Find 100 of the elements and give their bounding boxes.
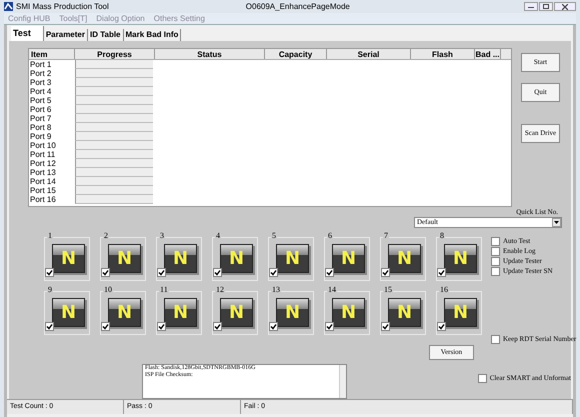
window-subtitle: O0609A_EnhancePageMode xyxy=(246,0,350,12)
port-checkbox[interactable] xyxy=(213,322,222,331)
drive-status-tile[interactable]: N xyxy=(220,298,253,327)
port-checkbox[interactable] xyxy=(325,322,334,331)
column-header[interactable]: Capacity xyxy=(265,49,327,59)
port-number: 12 xyxy=(215,285,225,294)
drive-status-tile[interactable]: N xyxy=(164,298,197,327)
port-frame xyxy=(324,291,370,335)
port-checkbox[interactable] xyxy=(381,322,390,331)
scrollbar[interactable] xyxy=(338,365,346,398)
port-frame xyxy=(268,237,314,281)
port-frame xyxy=(268,291,314,335)
clear-smart-checkbox[interactable] xyxy=(478,374,487,383)
table-cell-text: Port 2 xyxy=(29,69,52,78)
table-cell-text: Port 14 xyxy=(29,177,57,186)
port-number: 13 xyxy=(271,285,281,294)
port-number: 10 xyxy=(103,285,113,294)
maximize-icon[interactable] xyxy=(539,2,553,11)
drive-status-tile[interactable]: N xyxy=(52,298,85,327)
port-checkbox[interactable] xyxy=(437,322,446,331)
port-checkbox[interactable] xyxy=(45,268,54,277)
table-cell-text: Port 10 xyxy=(29,141,57,150)
port-number: 14 xyxy=(327,285,337,294)
column-header[interactable]: Item xyxy=(29,49,75,59)
drive-status-tile[interactable]: N xyxy=(388,298,421,327)
port-checkbox[interactable] xyxy=(269,322,278,331)
table-cell-text: Port 15 xyxy=(29,186,57,195)
column-header[interactable]: Serial xyxy=(327,49,411,59)
port-frame xyxy=(212,291,258,335)
drive-status-tile[interactable]: N xyxy=(220,244,253,273)
option-checkbox[interactable] xyxy=(491,257,500,266)
drive-status-tile[interactable]: N xyxy=(108,244,141,273)
keep-rdt-checkbox[interactable] xyxy=(491,335,500,344)
port-number: 3 xyxy=(159,231,165,240)
port-frame xyxy=(436,291,482,335)
port-number: 1 xyxy=(47,231,53,240)
table-cell-text: Port 12 xyxy=(29,159,57,168)
drive-status-tile[interactable]: N xyxy=(52,244,85,273)
port-number: 5 xyxy=(271,231,277,240)
option-checkbox[interactable] xyxy=(491,247,500,256)
table-cell-text: Port 6 xyxy=(29,105,52,114)
table-cell-text: Port 11 xyxy=(29,150,56,159)
port-number: 11 xyxy=(159,285,169,294)
table-cell-text: Port 8 xyxy=(29,123,52,132)
window-title: SMI Mass Production Tool xyxy=(16,0,109,12)
option-checkbox[interactable] xyxy=(491,237,500,246)
drive-status-tile[interactable]: N xyxy=(276,298,309,327)
port-checkbox[interactable] xyxy=(101,268,110,277)
port-frame xyxy=(212,237,258,281)
dropdown-arrow-icon[interactable] xyxy=(552,218,561,227)
port-checkbox[interactable] xyxy=(269,268,278,277)
drive-status-tile[interactable]: N xyxy=(332,244,365,273)
close-icon[interactable] xyxy=(554,2,576,11)
table-cell-text: Port 13 xyxy=(29,168,57,177)
port-frame xyxy=(324,237,370,281)
port-checkbox[interactable] xyxy=(157,268,166,277)
port-frame xyxy=(100,237,146,281)
column-header[interactable]: Bad ... xyxy=(475,49,501,59)
port-checkbox[interactable] xyxy=(101,322,110,331)
drive-status-tile[interactable]: N xyxy=(164,244,197,273)
drive-status-tile[interactable]: N xyxy=(444,298,477,327)
table-cell-text: Port 5 xyxy=(29,96,52,105)
port-frame xyxy=(380,237,426,281)
drive-status-tile[interactable]: N xyxy=(276,244,309,273)
app-icon xyxy=(4,2,13,11)
column-header[interactable]: Status xyxy=(155,49,265,59)
table-cell-text: Port 7 xyxy=(29,114,52,123)
port-frame xyxy=(156,291,202,335)
option-checkbox[interactable] xyxy=(491,267,500,276)
port-number: 16 xyxy=(439,285,449,294)
table-cell-text: Port 16 xyxy=(29,195,57,204)
port-checkbox[interactable] xyxy=(325,268,334,277)
table-cell-text: Port 4 xyxy=(29,87,52,96)
port-frame xyxy=(100,291,146,335)
port-checkbox[interactable] xyxy=(213,268,222,277)
port-number: 6 xyxy=(327,231,333,240)
port-number: 8 xyxy=(439,231,445,240)
drive-status-tile[interactable]: N xyxy=(444,244,477,273)
port-number: 7 xyxy=(383,231,389,240)
port-frame xyxy=(380,291,426,335)
port-number: 15 xyxy=(383,285,393,294)
drive-status-tile[interactable]: N xyxy=(388,244,421,273)
tab[interactable]: Mark Bad Info xyxy=(124,29,182,41)
port-number: 2 xyxy=(103,231,109,240)
drive-status-tile[interactable]: N xyxy=(108,298,141,327)
drive-status-tile[interactable]: N xyxy=(332,298,365,327)
table-cell-text: Port 1 xyxy=(29,60,52,69)
port-checkbox[interactable] xyxy=(437,268,446,277)
column-header[interactable]: Progress xyxy=(75,49,155,59)
minimize-icon[interactable] xyxy=(524,2,538,11)
tab[interactable]: Test xyxy=(11,26,44,41)
column-header[interactable]: Flash xyxy=(411,49,475,59)
port-frame xyxy=(44,291,90,335)
tab[interactable]: Parameter xyxy=(44,29,88,41)
tab[interactable]: ID Table xyxy=(88,29,124,41)
port-frame xyxy=(436,237,482,281)
port-checkbox[interactable] xyxy=(45,322,54,331)
port-checkbox[interactable] xyxy=(157,322,166,331)
port-checkbox[interactable] xyxy=(381,268,390,277)
port-number: 4 xyxy=(215,231,221,240)
